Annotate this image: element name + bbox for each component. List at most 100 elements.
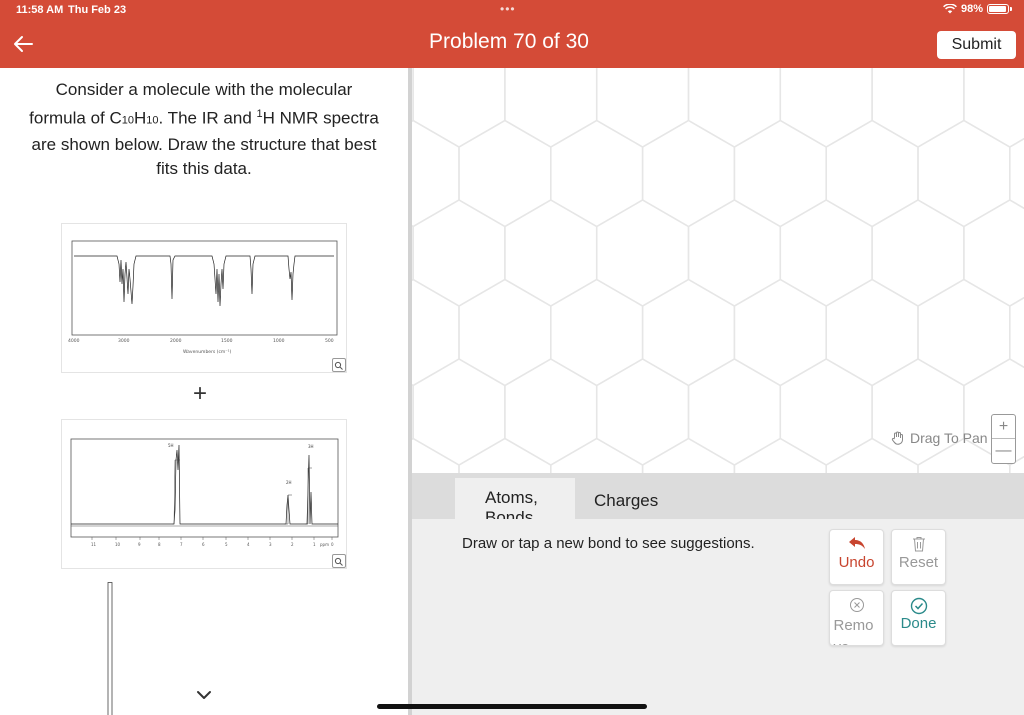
page-title: Problem 70 of 30 bbox=[429, 30, 589, 53]
zoom-in-button[interactable]: + bbox=[992, 415, 1015, 439]
ir-tick-2000: 2000 bbox=[170, 338, 182, 344]
hex-cell bbox=[641, 278, 736, 387]
hex-cell bbox=[458, 119, 552, 228]
hex-cell bbox=[779, 68, 873, 148]
ir-tick-1500: 1500 bbox=[221, 338, 233, 344]
hex-cell bbox=[641, 437, 736, 473]
hand-icon bbox=[891, 431, 903, 445]
hex-cell bbox=[917, 119, 1011, 228]
hex-cell bbox=[871, 68, 965, 148]
nmr-unit: ppm bbox=[320, 542, 329, 547]
hex-cell bbox=[825, 119, 919, 228]
wifi-icon bbox=[943, 4, 957, 14]
nmr-int-2h: 2H bbox=[286, 480, 292, 485]
carbon-count: 10 bbox=[121, 114, 135, 127]
check-circle-icon bbox=[910, 597, 927, 615]
hex-cell bbox=[733, 119, 827, 228]
plus-symbol: + bbox=[193, 380, 208, 407]
nmr-tick-4: 4 bbox=[247, 542, 250, 547]
hex-cell bbox=[871, 358, 965, 466]
app: 11:58 AM Thu Feb 23 ••• 98% Problem 70 o… bbox=[0, 0, 1024, 715]
ir-x-label: Wavenumbers (cm⁻¹) bbox=[183, 349, 231, 355]
magnifier-icon bbox=[334, 557, 343, 566]
hex-cell bbox=[412, 199, 506, 307]
nmr-tick-11: 11 bbox=[91, 542, 97, 547]
done-button[interactable]: Done bbox=[891, 590, 946, 646]
hex-cell bbox=[550, 278, 644, 387]
ir-zoom-button[interactable] bbox=[332, 358, 346, 372]
ir-tick-3000: 3000 bbox=[118, 338, 130, 344]
hex-cell bbox=[1009, 296, 1024, 369]
hex-cell bbox=[504, 68, 598, 148]
hex-cell bbox=[687, 68, 782, 148]
undo-icon bbox=[848, 537, 865, 549]
hex-cell bbox=[412, 358, 506, 466]
header-bar: 11:58 AM Thu Feb 23 ••• 98% Problem 70 o… bbox=[0, 0, 1024, 68]
nmr-int-3h: 3H bbox=[308, 444, 314, 449]
hex-cell bbox=[412, 119, 460, 228]
nmr-tick-0: 0 bbox=[331, 542, 334, 547]
zoom-out-button[interactable]: — bbox=[992, 439, 1015, 463]
hex-cell bbox=[595, 68, 690, 148]
hex-cell bbox=[550, 437, 644, 473]
hex-cell bbox=[412, 437, 460, 473]
remove-button[interactable]: Remove bbox=[829, 590, 884, 646]
hex-cell bbox=[412, 278, 460, 387]
hex-cell bbox=[641, 119, 736, 228]
nmr-tick-10: 10 bbox=[115, 542, 121, 547]
drag-to-pan-hint: Drag To Pan bbox=[890, 430, 988, 446]
hex-grid bbox=[412, 68, 1024, 473]
hex-cell bbox=[595, 358, 690, 466]
question-panel: Consider a molecule with the molecular f… bbox=[0, 68, 408, 715]
battery-tip bbox=[1010, 7, 1012, 11]
hex-cell bbox=[733, 278, 827, 387]
tools-panel: Atoms, Bonds Charges Draw or tap a new b… bbox=[412, 473, 1024, 715]
hex-cell bbox=[504, 358, 598, 466]
hex-cell bbox=[504, 199, 598, 307]
nmr-tick-9: 9 bbox=[138, 542, 141, 547]
hex-cell bbox=[779, 199, 873, 307]
ir-trace bbox=[74, 255, 334, 307]
hex-cell bbox=[687, 199, 782, 307]
ir-spectrum-plot: 4000 3000 2000 1500 1000 500 Wavenumbers… bbox=[68, 240, 338, 355]
drawing-canvas[interactable]: Drag To Pan + — bbox=[412, 68, 1024, 473]
chevron-down-icon[interactable] bbox=[194, 688, 214, 702]
nmr-tick-2: 2 bbox=[291, 542, 294, 547]
tab-charges[interactable]: Charges bbox=[594, 478, 694, 519]
status-date: Thu Feb 23 bbox=[68, 4, 127, 16]
hex-cell bbox=[458, 278, 552, 387]
ir-tick-1000: 1000 bbox=[273, 338, 285, 344]
hex-cell bbox=[687, 358, 782, 466]
partial-spectrum-image bbox=[107, 582, 113, 715]
hex-cell bbox=[917, 278, 1011, 387]
hex-cell bbox=[412, 68, 506, 148]
nmr-tick-7: 7 bbox=[180, 542, 183, 547]
hex-cell bbox=[825, 278, 919, 387]
hex-cell bbox=[458, 437, 552, 473]
reset-label: Reset bbox=[898, 554, 939, 571]
home-indicator[interactable] bbox=[377, 704, 647, 709]
ir-tick-500: 500 bbox=[325, 338, 334, 344]
undo-label: Undo bbox=[838, 554, 875, 571]
nmr-int-5h: 5H bbox=[168, 443, 174, 448]
remove-label: Remove bbox=[833, 617, 874, 645]
nmr-trace bbox=[71, 444, 338, 525]
undo-button[interactable]: Undo bbox=[829, 529, 884, 585]
nmr-tick-3: 3 bbox=[269, 542, 272, 547]
tab-atoms-bonds[interactable]: Atoms, Bonds bbox=[455, 478, 575, 519]
multitasking-dots-icon[interactable]: ••• bbox=[500, 2, 516, 16]
nmr-tick-6: 6 bbox=[202, 542, 205, 547]
nmr-spectrum-card[interactable]: 5H 2H 3H 11 10 9 8 7 6 5 4 3 2 1 0 ppm bbox=[61, 419, 347, 569]
submit-button[interactable]: Submit bbox=[937, 31, 1016, 59]
hex-cell bbox=[871, 199, 965, 307]
hydrogen-count: 10 bbox=[146, 114, 159, 127]
hydrogen-symbol: H bbox=[134, 108, 147, 128]
suggestion-hint: Draw or tap a new bond to see suggestion… bbox=[462, 535, 755, 552]
hex-cell bbox=[963, 199, 1024, 307]
nmr-spectrum-plot: 5H 2H 3H 11 10 9 8 7 6 5 4 3 2 1 0 ppm bbox=[70, 438, 339, 547]
status-time: 11:58 AM bbox=[16, 4, 64, 16]
reset-button[interactable]: Reset bbox=[891, 529, 946, 585]
nmr-tick-5: 5 bbox=[225, 542, 228, 547]
nmr-zoom-button[interactable] bbox=[332, 554, 346, 568]
ir-spectrum-card[interactable]: 4000 3000 2000 1500 1000 500 Wavenumbers… bbox=[61, 223, 347, 373]
